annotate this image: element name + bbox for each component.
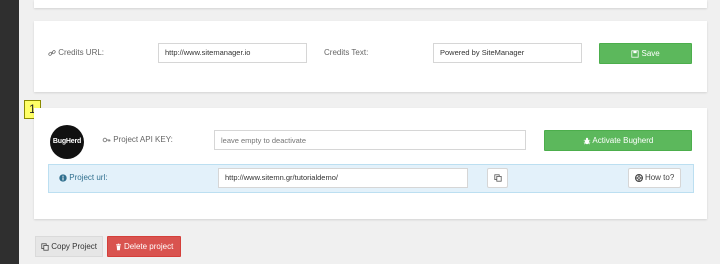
how-to-label: How to?: [644, 173, 675, 182]
how-to-button[interactable]: How to?: [628, 168, 681, 188]
credits-url-label-group: Credits URL:: [48, 48, 104, 58]
copy-project-button[interactable]: Copy Project: [35, 236, 103, 257]
credits-panel: Credits URL: http://www.sitemanager.io C…: [34, 21, 707, 92]
copy-url-button[interactable]: [487, 168, 508, 188]
lifebuoy-icon: [634, 173, 643, 182]
previous-panel-edge: [34, 0, 707, 8]
project-url-label: Project url:: [69, 173, 108, 182]
credits-text-label: Credits Text:: [324, 48, 369, 57]
activate-bugherd-button[interactable]: Activate Bugherd: [544, 130, 692, 151]
info-circle-icon: [59, 174, 67, 182]
save-button[interactable]: Save: [599, 43, 692, 64]
bugherd-logo: BugHerd: [50, 125, 84, 159]
project-url-row: Project url: http://www.sitemn.gr/tutori…: [48, 164, 694, 193]
copy-icon: [41, 243, 49, 251]
key-icon: [102, 137, 111, 143]
copy-project-label: Copy Project: [51, 242, 98, 251]
credits-url-label: Credits URL:: [58, 48, 105, 57]
floppy-disk-icon: [631, 50, 639, 58]
link-icon: [48, 50, 56, 56]
credits-url-input[interactable]: http://www.sitemanager.io: [158, 43, 307, 63]
api-key-input[interactable]: [214, 130, 526, 150]
save-button-label: Save: [641, 49, 660, 58]
copy-icon: [493, 174, 502, 182]
delete-project-label: Delete project: [123, 242, 174, 251]
activate-bugherd-label: Activate Bugherd: [592, 136, 654, 145]
project-url-input[interactable]: http://www.sitemn.gr/tutorialdemo/: [218, 168, 468, 188]
bug-icon: [583, 137, 590, 145]
api-key-label-group: Project API KEY:: [102, 135, 173, 145]
project-url-label-group: Project url:: [59, 173, 107, 183]
left-sidebar-strip: [0, 0, 19, 264]
api-key-label: Project API KEY:: [113, 135, 173, 144]
credits-text-input[interactable]: Powered by SiteManager: [433, 43, 582, 63]
trash-icon: [115, 243, 121, 251]
delete-project-button[interactable]: Delete project: [107, 236, 181, 257]
